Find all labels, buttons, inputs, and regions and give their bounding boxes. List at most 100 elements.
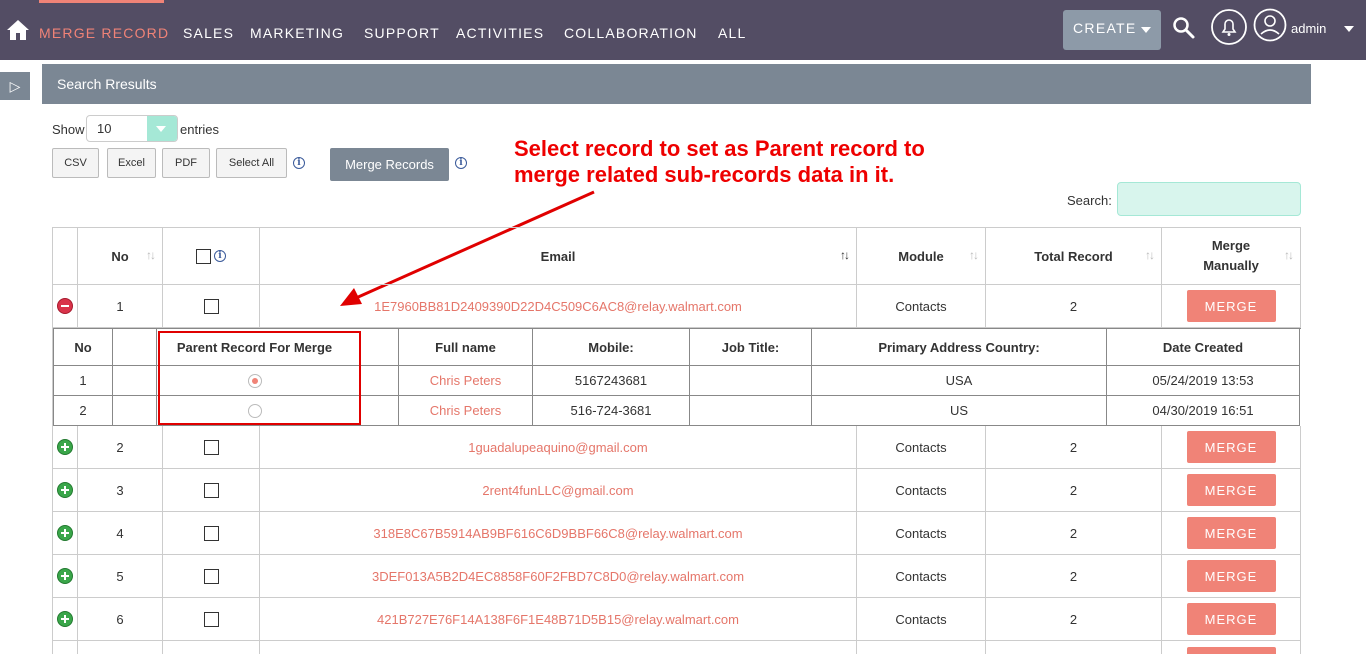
- sub-row-empty: [113, 366, 157, 396]
- email-link[interactable]: 2rent4funLLC@gmail.com: [482, 483, 633, 498]
- expand-icon[interactable]: [57, 439, 73, 455]
- fullname-link[interactable]: Chris Peters: [430, 403, 502, 418]
- nav-active-indicator: [39, 0, 164, 3]
- pdf-button[interactable]: PDF: [162, 148, 210, 178]
- row-select: [163, 426, 260, 469]
- sub-row-no: 1: [54, 366, 113, 396]
- merge-button[interactable]: [1186, 647, 1276, 654]
- email-link[interactable]: 1guadalupeaquino@gmail.com: [468, 440, 647, 455]
- expand-icon[interactable]: [57, 525, 73, 541]
- nav-sales[interactable]: SALES: [183, 25, 234, 41]
- header-module[interactable]: Module ↑↓: [857, 228, 986, 285]
- email-link[interactable]: 421B727E76F14A138F6F1E48B71D5B15@relay.w…: [377, 612, 739, 627]
- select-all-checkbox[interactable]: [196, 248, 211, 264]
- row-merge-cell: MERGE: [1162, 555, 1301, 598]
- entries-label: entries: [180, 122, 220, 137]
- table-row: [53, 641, 78, 654]
- sort-icon: ↑↓: [1284, 248, 1294, 262]
- row-checkbox[interactable]: [203, 482, 219, 498]
- nav-collaboration[interactable]: COLLABORATION: [564, 25, 698, 41]
- create-button[interactable]: CREATE: [1063, 10, 1161, 50]
- row-checkbox[interactable]: [203, 611, 219, 627]
- chevron-down-icon[interactable]: [1344, 26, 1354, 32]
- panel-title: Search Rresults: [57, 76, 157, 92]
- header-total-record[interactable]: Total Record ↑↓: [986, 228, 1162, 285]
- header-no[interactable]: No ↑↓: [78, 228, 163, 285]
- search-icon[interactable]: [1172, 16, 1196, 40]
- table-row: [53, 426, 78, 469]
- home-icon[interactable]: [7, 20, 29, 40]
- row-checkbox[interactable]: [203, 298, 219, 314]
- nav-activities[interactable]: ACTIVITIES: [456, 25, 544, 41]
- page-size-value: 10: [97, 121, 112, 136]
- search-label: Search:: [1067, 193, 1112, 208]
- row-checkbox[interactable]: [203, 525, 219, 541]
- header-merge-manually[interactable]: Merge Manually ↑↓: [1162, 228, 1301, 285]
- sub-header-date: Date Created: [1107, 329, 1300, 366]
- row-module: Contacts: [857, 512, 986, 555]
- sort-icon: ↑↓: [840, 248, 850, 262]
- header-email[interactable]: Email ↑↓: [260, 228, 857, 285]
- excel-button[interactable]: Excel: [107, 148, 156, 178]
- sub-row-name: Chris Peters: [399, 366, 533, 396]
- info-icon[interactable]: i: [455, 157, 467, 169]
- row-merge-cell: MERGE: [1162, 512, 1301, 555]
- merge-button[interactable]: MERGE: [1186, 474, 1276, 506]
- collapse-icon[interactable]: [57, 298, 73, 314]
- user-menu-label[interactable]: admin: [1291, 21, 1326, 36]
- select-arrow[interactable]: [147, 116, 177, 141]
- row-select: [163, 555, 260, 598]
- fullname-link[interactable]: Chris Peters: [430, 373, 502, 388]
- sub-header-empty: [113, 329, 157, 366]
- show-label: Show: [52, 122, 85, 137]
- info-icon[interactable]: i: [293, 157, 305, 169]
- sort-icon: ↑↓: [146, 248, 156, 262]
- sort-icon: ↑↓: [1145, 248, 1155, 262]
- email-link[interactable]: 318E8C67B5914AB9BF616C6D9BBF66C8@relay.w…: [373, 526, 742, 541]
- row-module: Contacts: [857, 426, 986, 469]
- user-avatar-icon[interactable]: [1253, 8, 1287, 42]
- info-icon[interactable]: i: [214, 250, 226, 262]
- row-select: [163, 285, 260, 328]
- expand-icon[interactable]: [57, 482, 73, 498]
- row-no: 5: [78, 555, 163, 598]
- sub-row-country: US: [812, 396, 1107, 426]
- row-checkbox[interactable]: [203, 439, 219, 455]
- notification-bell-icon[interactable]: [1210, 8, 1248, 46]
- nav-merge-record[interactable]: MERGE RECORD: [39, 25, 169, 41]
- row-checkbox[interactable]: [203, 568, 219, 584]
- row-email: 2rent4funLLC@gmail.com: [260, 469, 857, 512]
- email-link[interactable]: 3DEF013A5B2D4EC8858F60F2FBD7C8D0@relay.w…: [372, 569, 744, 584]
- row-select: [163, 598, 260, 641]
- email-link[interactable]: 1E7960BB81D2409390D22D4C509C6AC8@relay.w…: [374, 299, 742, 314]
- page-size-select[interactable]: 10: [86, 115, 178, 142]
- annotation-line-1: Select record to set as Parent record to: [514, 136, 925, 161]
- merge-button[interactable]: MERGE: [1186, 431, 1276, 463]
- nav-all[interactable]: ALL: [718, 25, 747, 41]
- search-input[interactable]: [1117, 182, 1301, 216]
- select-all-button[interactable]: Select All: [216, 148, 287, 178]
- sub-row-job: [690, 396, 812, 426]
- header-select: i: [163, 228, 260, 285]
- row-no: 6: [78, 598, 163, 641]
- expand-icon[interactable]: [57, 568, 73, 584]
- nav-support[interactable]: SUPPORT: [364, 25, 440, 41]
- annotation-text: Select record to set as Parent record to…: [514, 136, 925, 188]
- merge-button[interactable]: MERGE: [1186, 517, 1276, 549]
- merge-button[interactable]: MERGE: [1186, 560, 1276, 592]
- row-total: 2: [986, 426, 1162, 469]
- sub-row-country: USA: [812, 366, 1107, 396]
- merge-button[interactable]: MERGE: [1186, 290, 1276, 322]
- row-total: [986, 641, 1162, 654]
- row-total: 2: [986, 555, 1162, 598]
- row-module: Contacts: [857, 285, 986, 328]
- row-select: [163, 641, 260, 654]
- merge-records-button[interactable]: Merge Records: [330, 148, 449, 181]
- sub-row-mobile: 5167243681: [533, 366, 690, 396]
- sidebar-toggle-button[interactable]: ▷: [0, 72, 30, 100]
- merge-button[interactable]: MERGE: [1186, 603, 1276, 635]
- nav-marketing[interactable]: MARKETING: [250, 25, 344, 41]
- csv-button[interactable]: CSV: [52, 148, 99, 178]
- top-navbar: MERGE RECORD SALES MARKETING SUPPORT ACT…: [0, 0, 1366, 60]
- expand-icon[interactable]: [57, 611, 73, 627]
